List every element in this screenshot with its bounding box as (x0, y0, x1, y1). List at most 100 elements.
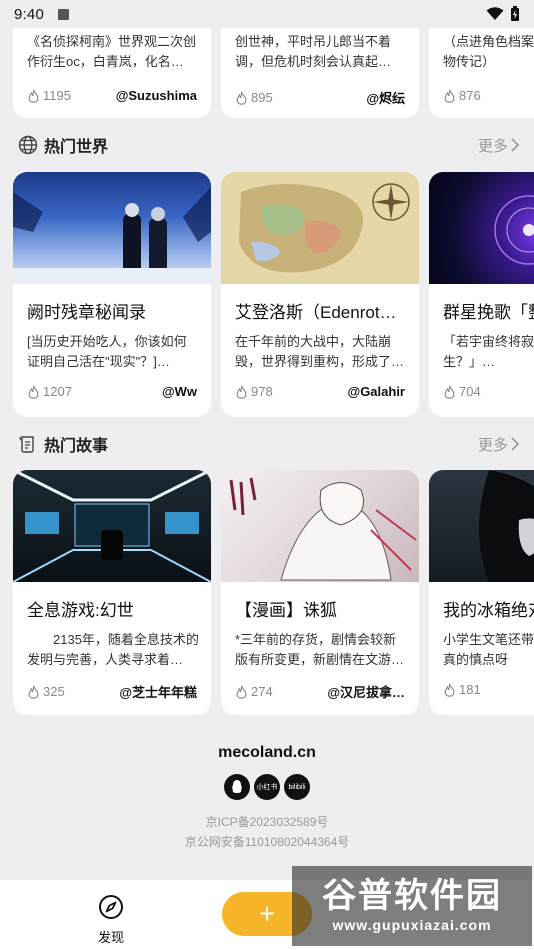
world-card-1[interactable]: 阙时残章秘闻录 [当历史开始吃人，你该如何证明自己活在"现实"？]… 1207 … (13, 172, 211, 417)
flame-icon (28, 89, 39, 103)
site-domain[interactable]: mecoland.cn (0, 744, 534, 762)
manga-fox-illustration (229, 477, 417, 581)
world-desc: 在千年前的大战中，大陆崩毁，世界得到重构，形成了… (235, 334, 405, 369)
story-title: 【漫画】诛狐 (235, 601, 337, 620)
card-meta: 876 (443, 88, 534, 103)
card-meta: 274 @汉尼拔拿… (235, 682, 405, 701)
flame-icon (444, 385, 455, 399)
compass-icon (99, 895, 123, 919)
nav-discover[interactable]: 发现 (96, 894, 126, 946)
like-count: 704 (459, 384, 481, 399)
flame-icon (236, 385, 247, 399)
card-desc: 创世神，平时吊儿郎当不着调，但危机时刻会认真起… (235, 34, 392, 69)
like-count: 1207 (43, 384, 72, 399)
public-security-record[interactable]: 京公网安备11010802044364号 (0, 832, 534, 852)
more-label: 更多 (477, 137, 508, 155)
scroll-icon (19, 436, 34, 453)
like-count: 1195 (43, 88, 71, 103)
nav-discover-label: 发现 (97, 930, 124, 945)
story-cover-image (221, 470, 419, 582)
story-card-1[interactable]: 全息游戏:幻世 2135年，随着全息技术的发明与完善，人类寻求着… 325 @芝… (13, 470, 211, 715)
world-cover-image (13, 172, 211, 284)
card-author[interactable]: @烬纭 (366, 88, 405, 107)
world-desc: [当历史开始吃人，你该如何证明自己活在"现实"？]… (27, 334, 187, 369)
flame-icon (28, 685, 39, 699)
world-cover-image (221, 172, 419, 284)
feed-scroll-area[interactable]: 《名侦探柯南》世界观二次创作衍生oc，白青岚，化名… 1195 @Suzushi… (0, 28, 534, 880)
social-links: 小红书 bilibili (0, 774, 534, 800)
watermark-url: www.gupuxiazai.com (332, 917, 492, 933)
story-cover-image (13, 470, 211, 582)
like-count: 978 (251, 384, 273, 399)
wifi-icon (486, 7, 504, 20)
battery-icon (511, 6, 519, 21)
hot-worlds-row[interactable]: 阙时残章秘闻录 [当历史开始吃人，你该如何证明自己活在"现实"？]… 1207 … (13, 172, 534, 417)
top-card-1[interactable]: 《名侦探柯南》世界观二次创作衍生oc，白青岚，化名… 1195 @Suzushi… (13, 28, 211, 118)
hot-stories-header: 热门故事 更多 (18, 431, 520, 457)
flame-icon (236, 685, 247, 699)
hot-worlds-header: 热门世界 更多 (18, 132, 520, 158)
story-desc: *三年前的存货，剧情会较新版有所变更，新剧情在文游… (235, 632, 405, 667)
xiaohongshu-icon[interactable]: 小红书 (254, 774, 280, 800)
card-meta: 325 @芝士年年糕 (27, 682, 197, 701)
globe-icon (18, 135, 38, 155)
world-card-3[interactable]: 群星挽歌「整合 「若宇宙终将寂灭，有星光诞生？」… 704 @ (429, 172, 534, 417)
card-author[interactable]: @Galahir (348, 384, 405, 399)
like-count: 274 (251, 684, 273, 699)
top-card-row: 《名侦探柯南》世界观二次创作衍生oc，白青岚，化名… 1195 @Suzushi… (13, 28, 534, 118)
flame-icon (236, 91, 247, 105)
like-count: 895 (251, 90, 273, 105)
world-desc: 「若宇宙终将寂灭，有星光诞生？」… (443, 334, 534, 369)
card-meta: 895 @烬纭 (235, 88, 405, 107)
card-meta: 978 @Galahir (235, 384, 405, 399)
card-desc: 《名侦探柯南》世界观二次创作衍生oc，白青岚，化名… (27, 34, 197, 69)
section-title: 热门世界 (44, 139, 109, 156)
chevron-right-icon (511, 437, 520, 451)
world-card-2[interactable]: 艾登洛斯（Edenrot… 在千年前的大战中，大陆崩毁，世界得到重构，形成了… … (221, 172, 419, 417)
more-worlds-link[interactable]: 更多 (478, 135, 520, 156)
top-card-3[interactable]: （点进角色档案可以曲还有人物传记） 876 (429, 28, 534, 118)
story-card-2[interactable]: 【漫画】诛狐 *三年前的存货，剧情会较新版有所变更，新剧情在文游… 274 @汉… (221, 470, 419, 715)
snowy-figures-illustration (13, 187, 211, 284)
story-cover-image (429, 470, 534, 582)
status-bar: 9:40 (0, 0, 534, 28)
card-meta: 181 (443, 682, 534, 697)
like-count: 181 (459, 682, 481, 697)
story-card-3[interactable]: 我的冰箱绝对有 小学生文笔还带了点病，真的真的慎点呀 181 (429, 470, 534, 715)
world-cover-image (429, 172, 534, 284)
fantasy-map-illustration (239, 183, 410, 273)
more-stories-link[interactable]: 更多 (478, 434, 520, 455)
story-desc: 小学生文笔还带了点病，真的真的慎点呀 (443, 632, 534, 667)
section-title: 热门故事 (44, 438, 109, 455)
card-author[interactable]: @汉尼拔拿… (327, 682, 405, 701)
site-footer: mecoland.cn 小红书 bilibili 京ICP备2023032589… (0, 744, 534, 852)
icp-record[interactable]: 京ICP备2023032589号 (0, 812, 534, 832)
card-author[interactable]: @Ww (162, 384, 197, 399)
story-title: 我的冰箱绝对有 (443, 601, 534, 620)
world-title: 群星挽歌「整合 (443, 303, 534, 322)
watermark-overlay: 谷普软件园 www.gupuxiazai.com (292, 866, 532, 946)
qq-icon[interactable] (224, 774, 250, 800)
like-count: 876 (459, 88, 481, 103)
icp-info: 京ICP备2023032589号 京公网安备11010802044364号 (0, 812, 534, 852)
hot-stories-row[interactable]: 全息游戏:幻世 2135年，随着全息技术的发明与完善，人类寻求着… 325 @芝… (13, 470, 534, 715)
bilibili-icon[interactable]: bilibili (284, 774, 310, 800)
scifi-room-illustration (13, 470, 211, 582)
card-meta: 1207 @Ww (27, 384, 197, 399)
card-author[interactable]: @芝士年年糕 (119, 682, 197, 701)
galaxy-illustration (494, 195, 534, 265)
flame-icon (444, 683, 455, 697)
top-card-2[interactable]: 创世神，平时吊儿郎当不着调，但危机时刻会认真起… 895 @烬纭 (221, 28, 419, 118)
card-author[interactable]: @Suzushima (116, 88, 197, 103)
story-desc: 2135年，随着全息技术的发明与完善，人类寻求着… (27, 632, 199, 667)
like-count: 325 (43, 684, 65, 699)
card-meta: 1195 @Suzushima (27, 88, 197, 103)
flame-icon (444, 89, 455, 103)
card-desc: （点进角色档案可以曲还有人物传记） (443, 34, 534, 69)
world-title: 阙时残章秘闻录 (27, 303, 146, 322)
flame-icon (28, 385, 39, 399)
notification-icon (58, 8, 69, 20)
status-icons (486, 6, 520, 22)
dark-hair-character-illustration (479, 470, 534, 582)
chevron-right-icon (511, 138, 520, 152)
